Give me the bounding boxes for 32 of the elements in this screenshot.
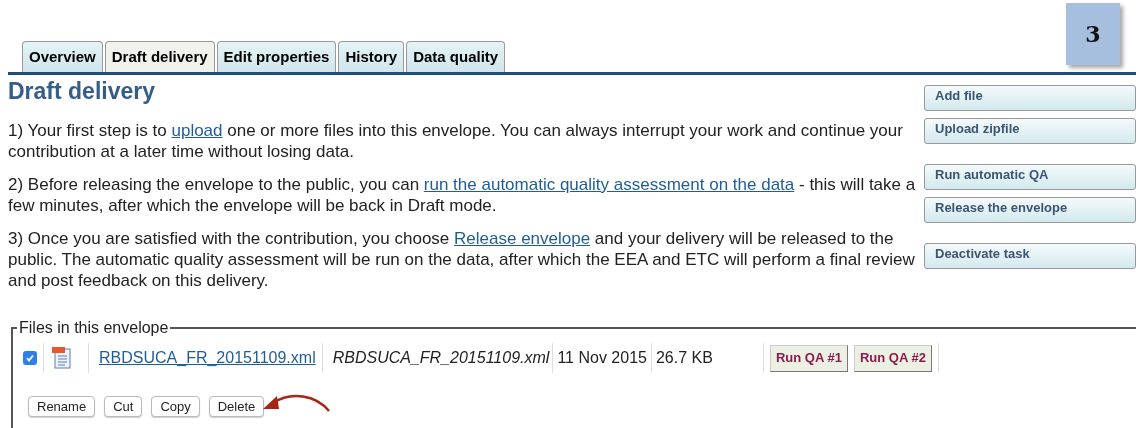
xml-file-icon [52,347,72,369]
link[interactable]: Release envelope [454,229,591,248]
file-action-button[interactable]: Delete [208,395,265,417]
run-qa-button[interactable]: Run QA #1 [769,344,848,372]
action-button[interactable]: Deactivate task [924,243,1136,269]
file-title: RBDSUCA_FR_20151109.xml [332,348,550,368]
instruction-paragraph: 1) Your first step is to upload one or more files into this envelope. You can always interrupt your work and continue your contribution at a later time without losing data. [8,120,904,162]
action-button[interactable]: Upload zipfile [924,118,1136,144]
tab[interactable]: Data quality [406,41,506,72]
file-size: 26.7 KB [655,348,714,368]
tab[interactable]: Draft delivery [104,41,215,72]
step-badge: 3 [1066,3,1120,65]
fieldset-legend: Files in this envelope [17,316,171,340]
checkbox[interactable] [23,351,37,365]
file-date: 11 Nov 2015 [557,348,647,368]
action-button[interactable]: Release the envelope [924,197,1136,223]
file-action-button[interactable]: Copy [151,395,200,417]
tab[interactable]: Overview [22,41,103,72]
action-button[interactable]: Add file [924,85,1136,111]
instruction-paragraph: 3) Once you are satisfied with the contribution, you choose Release envelope and your delivery will be released to the public. The automatic quality assessment will be run on the data, after which the EEA and ETC will perform a final review and post feedback on this delivery. [8,228,916,291]
instruction-paragraph: 2) Before releasing the envelope to the public, you can run the automatic quality assessment on the data - this will take a few minutes, after which the envelope will be back in Draft mode. [8,174,917,216]
link[interactable]: run the automatic quality assessment on the data [423,175,795,194]
check-icon [25,353,35,363]
tab[interactable]: History [338,41,405,72]
page-heading: Draft delivery [8,77,156,106]
file-link[interactable]: RBDSUCA_FR_20151109.xml [99,346,316,370]
file-action-button[interactable]: Rename [28,395,96,417]
tab[interactable]: Edit properties [216,41,337,72]
run-qa-button[interactable]: Run QA #2 [853,344,932,372]
link[interactable]: upload [171,121,223,140]
file-action-button[interactable]: Cut [104,395,143,417]
action-button[interactable]: Run automatic QA [924,164,1136,190]
